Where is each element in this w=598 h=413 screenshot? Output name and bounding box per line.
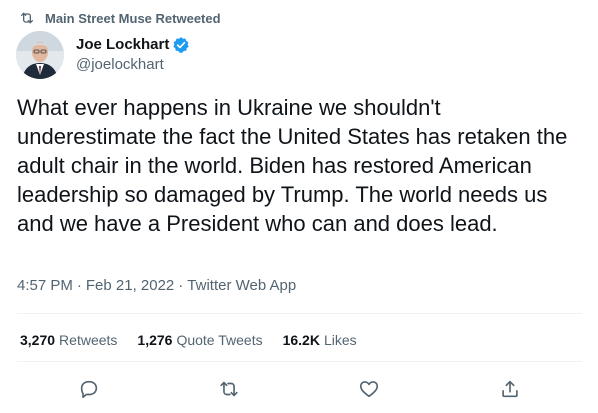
retweets-stat[interactable]: 3,270 Retweets [20, 330, 117, 350]
share-icon [499, 378, 521, 400]
quote-tweets-label: Quote Tweets [176, 332, 263, 348]
quote-tweets-stat[interactable]: 1,276 Quote Tweets [137, 330, 262, 350]
retweet-button[interactable] [216, 376, 242, 402]
tweet-text: What ever happens in Ukraine we shouldn'… [17, 95, 568, 236]
heart-icon [358, 378, 380, 400]
divider [17, 313, 582, 314]
retweet-icon [19, 10, 35, 26]
author-block: Joe Lockhart @joelockhart [16, 31, 190, 79]
likes-count: 16.2K [282, 332, 320, 348]
avatar[interactable] [16, 31, 64, 79]
tweet-source[interactable]: Twitter Web App [187, 276, 296, 296]
meta-separator: · [76, 277, 82, 294]
tweet-date[interactable]: Feb 21, 2022 [86, 276, 174, 296]
likes-stat[interactable]: 16.2K Likes [283, 330, 357, 350]
tweet-meta: 4:57 PM · Feb 21, 2022 · Twitter Web App [17, 276, 296, 296]
retweet-context[interactable]: Main Street Muse Retweeted [19, 9, 221, 27]
reply-button[interactable] [76, 376, 102, 402]
likes-label: Likes [323, 332, 357, 348]
reply-icon [78, 378, 100, 400]
tweet-card: Main Street Muse Retweeted Joe Lockhart [0, 0, 598, 413]
retweet-icon [218, 378, 240, 400]
verified-badge-icon [172, 36, 190, 54]
author-names: Joe Lockhart @joelockhart [76, 35, 190, 75]
retweets-count: 3,270 [20, 332, 56, 348]
quote-tweets-count: 1,276 [137, 332, 173, 348]
tweet-time[interactable]: 4:57 PM [17, 276, 73, 296]
author-handle[interactable]: @joelockhart [76, 55, 190, 75]
tweet-actions [0, 376, 598, 402]
author-display-name[interactable]: Joe Lockhart [76, 35, 169, 55]
author-name-row[interactable]: Joe Lockhart [76, 35, 190, 55]
tweet-stats: 3,270 Retweets 1,276 Quote Tweets 16.2K … [20, 330, 377, 350]
retweets-label: Retweets [59, 332, 118, 348]
like-button[interactable] [356, 376, 382, 402]
meta-separator: · [178, 277, 184, 294]
retweet-context-label: Main Street Muse Retweeted [45, 10, 221, 26]
share-button[interactable] [497, 376, 523, 402]
divider [17, 361, 582, 362]
